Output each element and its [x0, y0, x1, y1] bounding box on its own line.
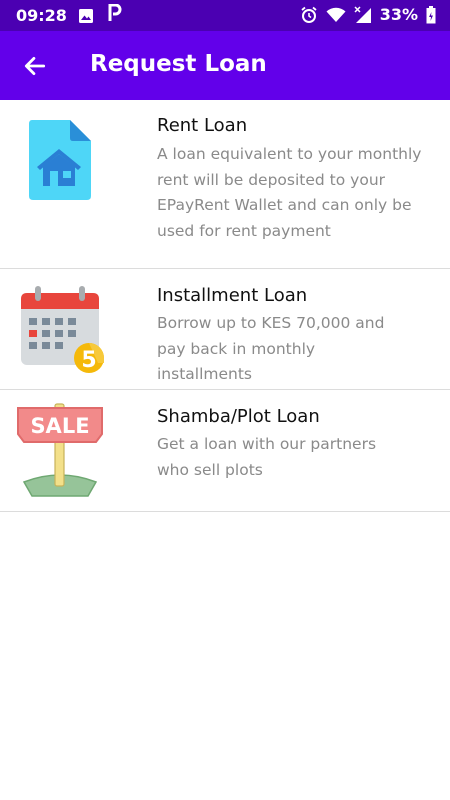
signal-icon	[354, 5, 371, 23]
status-time: 09:28	[16, 6, 67, 25]
calendar-badge-number: 5	[81, 348, 96, 373]
alarm-icon	[301, 6, 317, 23]
house-document-icon	[29, 120, 91, 200]
loan-option-installment[interactable]: 5 Installment Loan Borrow up to KES 70,0…	[0, 269, 450, 390]
photo-icon	[79, 9, 93, 23]
loan-description: A loan equivalent to your monthly rent w…	[157, 145, 422, 240]
loan-option-shamba-plot[interactable]: SALE Shamba/Plot Loan Get a loan with ou…	[0, 390, 450, 512]
sale-sign-text: SALE	[30, 414, 89, 438]
loan-list: Rent Loan A loan equivalent to your mont…	[0, 100, 450, 512]
battery-icon	[426, 5, 436, 23]
arrow-left-icon[interactable]	[22, 53, 48, 79]
calendar-icon: 5	[21, 286, 104, 373]
sale-sign-icon: SALE	[17, 403, 103, 497]
page-title: Request Loan	[90, 51, 267, 77]
p-icon	[108, 4, 122, 21]
wifi-icon	[326, 7, 346, 22]
battery-percentage: 33%	[379, 5, 418, 24]
loan-title: Installment Loan	[157, 285, 308, 306]
loan-description: Get a loan with our partners who sell pl…	[157, 435, 377, 479]
loan-description: Borrow up to KES 70,000 and pay back in …	[157, 314, 385, 383]
status-right-group: 33%	[300, 5, 436, 24]
status-bar: 09:28 33%	[0, 0, 450, 31]
loan-title: Rent Loan	[157, 115, 248, 136]
loan-title: Shamba/Plot Loan	[157, 406, 320, 427]
loan-option-rent[interactable]: Rent Loan A loan equivalent to your mont…	[0, 100, 450, 269]
app-bar: Request Loan	[0, 31, 450, 100]
